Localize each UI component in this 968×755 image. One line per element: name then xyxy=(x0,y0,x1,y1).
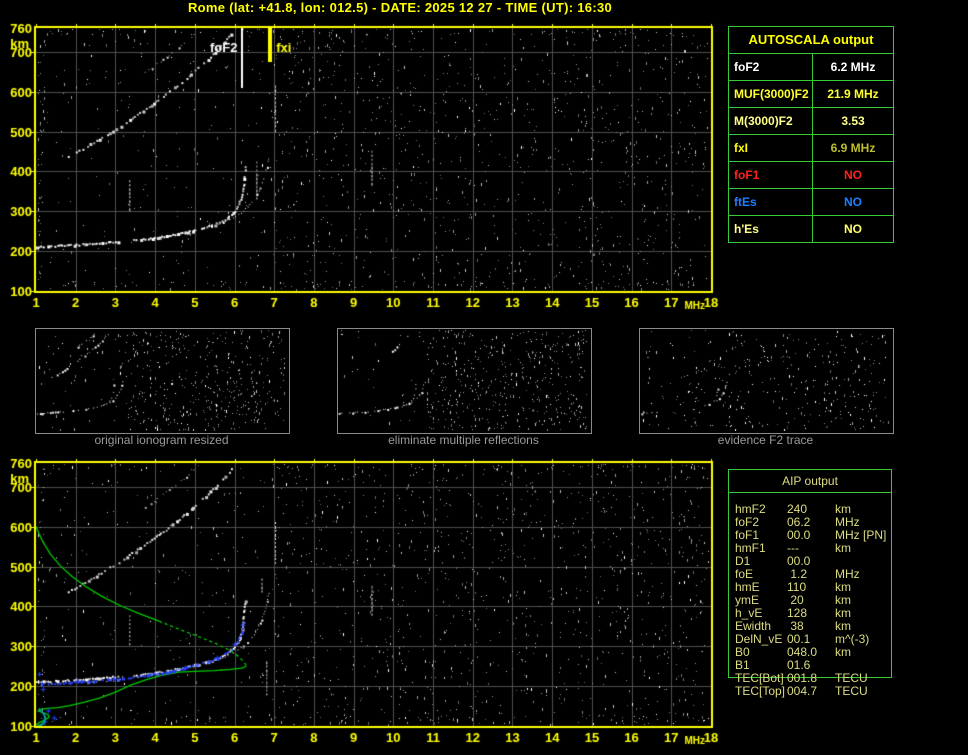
autoscala-row-fxi: fxI 6.9 MHz xyxy=(729,134,893,161)
autoscala-ionogram-screen: { "title": "Rome (lat: +41.8, lon: 012.5… xyxy=(0,0,968,755)
autoscala-value: NO xyxy=(844,195,862,209)
autoscala-value: 3.53 xyxy=(841,114,865,128)
autoscala-label: M(3000)F2 xyxy=(729,108,813,134)
top-ionogram-plot xyxy=(0,16,728,316)
autoscala-label: ftEs xyxy=(729,189,813,215)
thumbnail-filtered-canvas xyxy=(338,329,589,431)
aip-header-divider xyxy=(728,492,892,493)
autoscala-row-hes: h'Es NO xyxy=(729,215,893,242)
autoscala-row-fof2: foF2 6.2 MHz xyxy=(729,53,893,80)
autoscala-value: 6.2 MHz xyxy=(830,60,876,74)
autoscala-label: foF1 xyxy=(729,162,813,188)
autoscala-row-m3000: M(3000)F2 3.53 xyxy=(729,107,893,134)
autoscala-row-ftes: ftEs NO xyxy=(729,188,893,215)
aip-row-d1: D1 00.0 xyxy=(735,554,811,568)
autoscala-value: 21.9 MHz xyxy=(827,87,879,101)
thumbnail-caption-f2: evidence F2 trace xyxy=(717,433,814,447)
autoscala-label: MUF(3000)F2 xyxy=(729,81,813,107)
thumbnail-original-canvas xyxy=(36,329,287,431)
autoscala-label: fxI xyxy=(729,135,813,161)
autoscala-label: h'Es xyxy=(729,216,813,242)
autoscala-row-fof1: foF1 NO xyxy=(729,161,893,188)
page-title: Rome (lat: +41.8, lon: 012.5) - DATE: 20… xyxy=(187,0,613,15)
thumbnail-caption-original: original ionogram resized xyxy=(94,433,229,447)
thumbnail-filtered-ionogram xyxy=(337,328,592,434)
thumbnail-caption-filtered: eliminate multiple reflections xyxy=(388,433,539,447)
thumbnail-f2-canvas xyxy=(640,329,891,431)
aip-row-tectop: TEC[Top] 004.7 TECU xyxy=(735,684,868,698)
bottom-ionogram-plot xyxy=(0,451,728,751)
aip-table-title: AIP output xyxy=(782,474,838,488)
autoscala-value: 6.9 MHz xyxy=(830,141,876,155)
aip-row-deln: DelN_vE 00.1 m^(-3) xyxy=(735,632,870,646)
autoscala-row-muf: MUF(3000)F2 21.9 MHz xyxy=(729,80,893,107)
aip-row-hmf1: hmF1 --- km xyxy=(735,541,851,555)
aip-row-b0: B0 048.0 km xyxy=(735,645,851,659)
autoscala-table-title: AUTOSCALA output xyxy=(748,32,874,47)
autoscala-value: NO xyxy=(844,222,862,236)
thumbnail-original-ionogram xyxy=(35,328,290,434)
autoscala-label: foF2 xyxy=(729,54,813,80)
aip-table: hmF2 240 km foF2 06.2 MHz foF1 00.0 MHz [PN] hm… xyxy=(728,503,918,698)
autoscala-value: NO xyxy=(844,168,862,182)
autoscala-table: AUTOSCALA output foF2 6.2 MHz MUF(3000)F… xyxy=(728,26,894,243)
thumbnail-f2-evidence xyxy=(639,328,894,434)
